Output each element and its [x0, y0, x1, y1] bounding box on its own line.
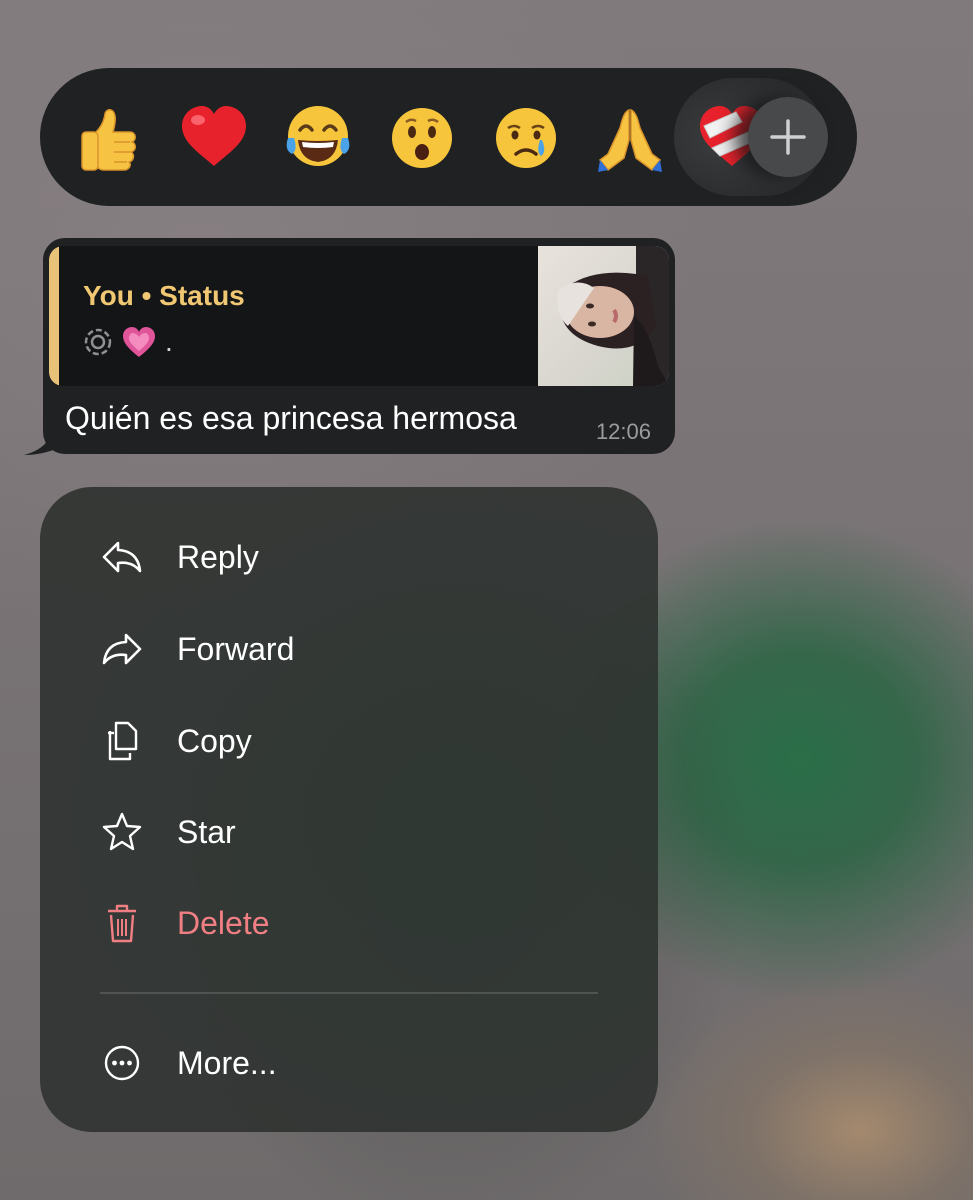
- menu-divider: [100, 992, 598, 994]
- crying-icon: [496, 108, 556, 168]
- folded-hands-icon: [598, 108, 662, 172]
- message-context-menu: Reply Forward Copy Star Delete More...: [40, 487, 658, 1132]
- reaction-folded-hands[interactable]: [594, 102, 666, 174]
- trash-icon: [108, 904, 136, 943]
- menu-label-star: Star: [177, 814, 236, 850]
- message-bubble[interactable]: You • Status . Quién es esa princesa her…: [43, 238, 675, 454]
- thumbs-up-icon: [81, 109, 136, 171]
- menu-label-forward: Forward: [177, 631, 295, 667]
- copy-icon: [108, 721, 138, 761]
- reaction-bar: [40, 68, 857, 206]
- reaction-crying[interactable]: [490, 102, 562, 174]
- reaction-red-heart[interactable]: [178, 102, 250, 174]
- menu-label-more: More...: [177, 1045, 277, 1081]
- menu-label-delete: Delete: [177, 905, 270, 941]
- menu-label-reply: Reply: [177, 539, 259, 575]
- plus-icon: [770, 119, 806, 155]
- status-reply-quote[interactable]: You • Status .: [49, 246, 669, 386]
- menu-item-forward[interactable]: Forward: [40, 609, 658, 689]
- quote-body-text: .: [165, 326, 173, 357]
- menu-item-star[interactable]: Star: [40, 792, 658, 872]
- status-thumbnail[interactable]: [538, 246, 669, 386]
- menu-item-delete[interactable]: Delete: [40, 883, 658, 963]
- menu-item-more[interactable]: More...: [40, 1023, 658, 1103]
- tears-of-joy-icon: [286, 106, 350, 166]
- forward-icon: [102, 633, 142, 665]
- reply-icon: [102, 541, 142, 573]
- add-reaction-button[interactable]: [748, 97, 828, 177]
- reaction-thumbs-up[interactable]: [74, 102, 146, 174]
- reaction-tears-of-joy[interactable]: [282, 102, 354, 174]
- reaction-surprised[interactable]: [386, 102, 458, 174]
- more-icon: [104, 1045, 140, 1081]
- quote-body: .: [83, 322, 173, 362]
- quote-accent-bar: [49, 246, 59, 386]
- menu-item-reply[interactable]: Reply: [40, 517, 658, 597]
- star-icon: [102, 812, 142, 851]
- surprised-icon: [392, 108, 452, 168]
- status-ring-icon: [84, 328, 112, 356]
- message-text: Quién es esa princesa hermosa: [65, 400, 517, 436]
- menu-item-copy[interactable]: Copy: [40, 701, 658, 781]
- message-timestamp: 12:06: [595, 419, 651, 444]
- red-heart-icon: [182, 106, 246, 166]
- menu-label-copy: Copy: [177, 723, 252, 759]
- quote-title: You • Status: [83, 280, 245, 311]
- pink-heart-icon: [123, 327, 155, 357]
